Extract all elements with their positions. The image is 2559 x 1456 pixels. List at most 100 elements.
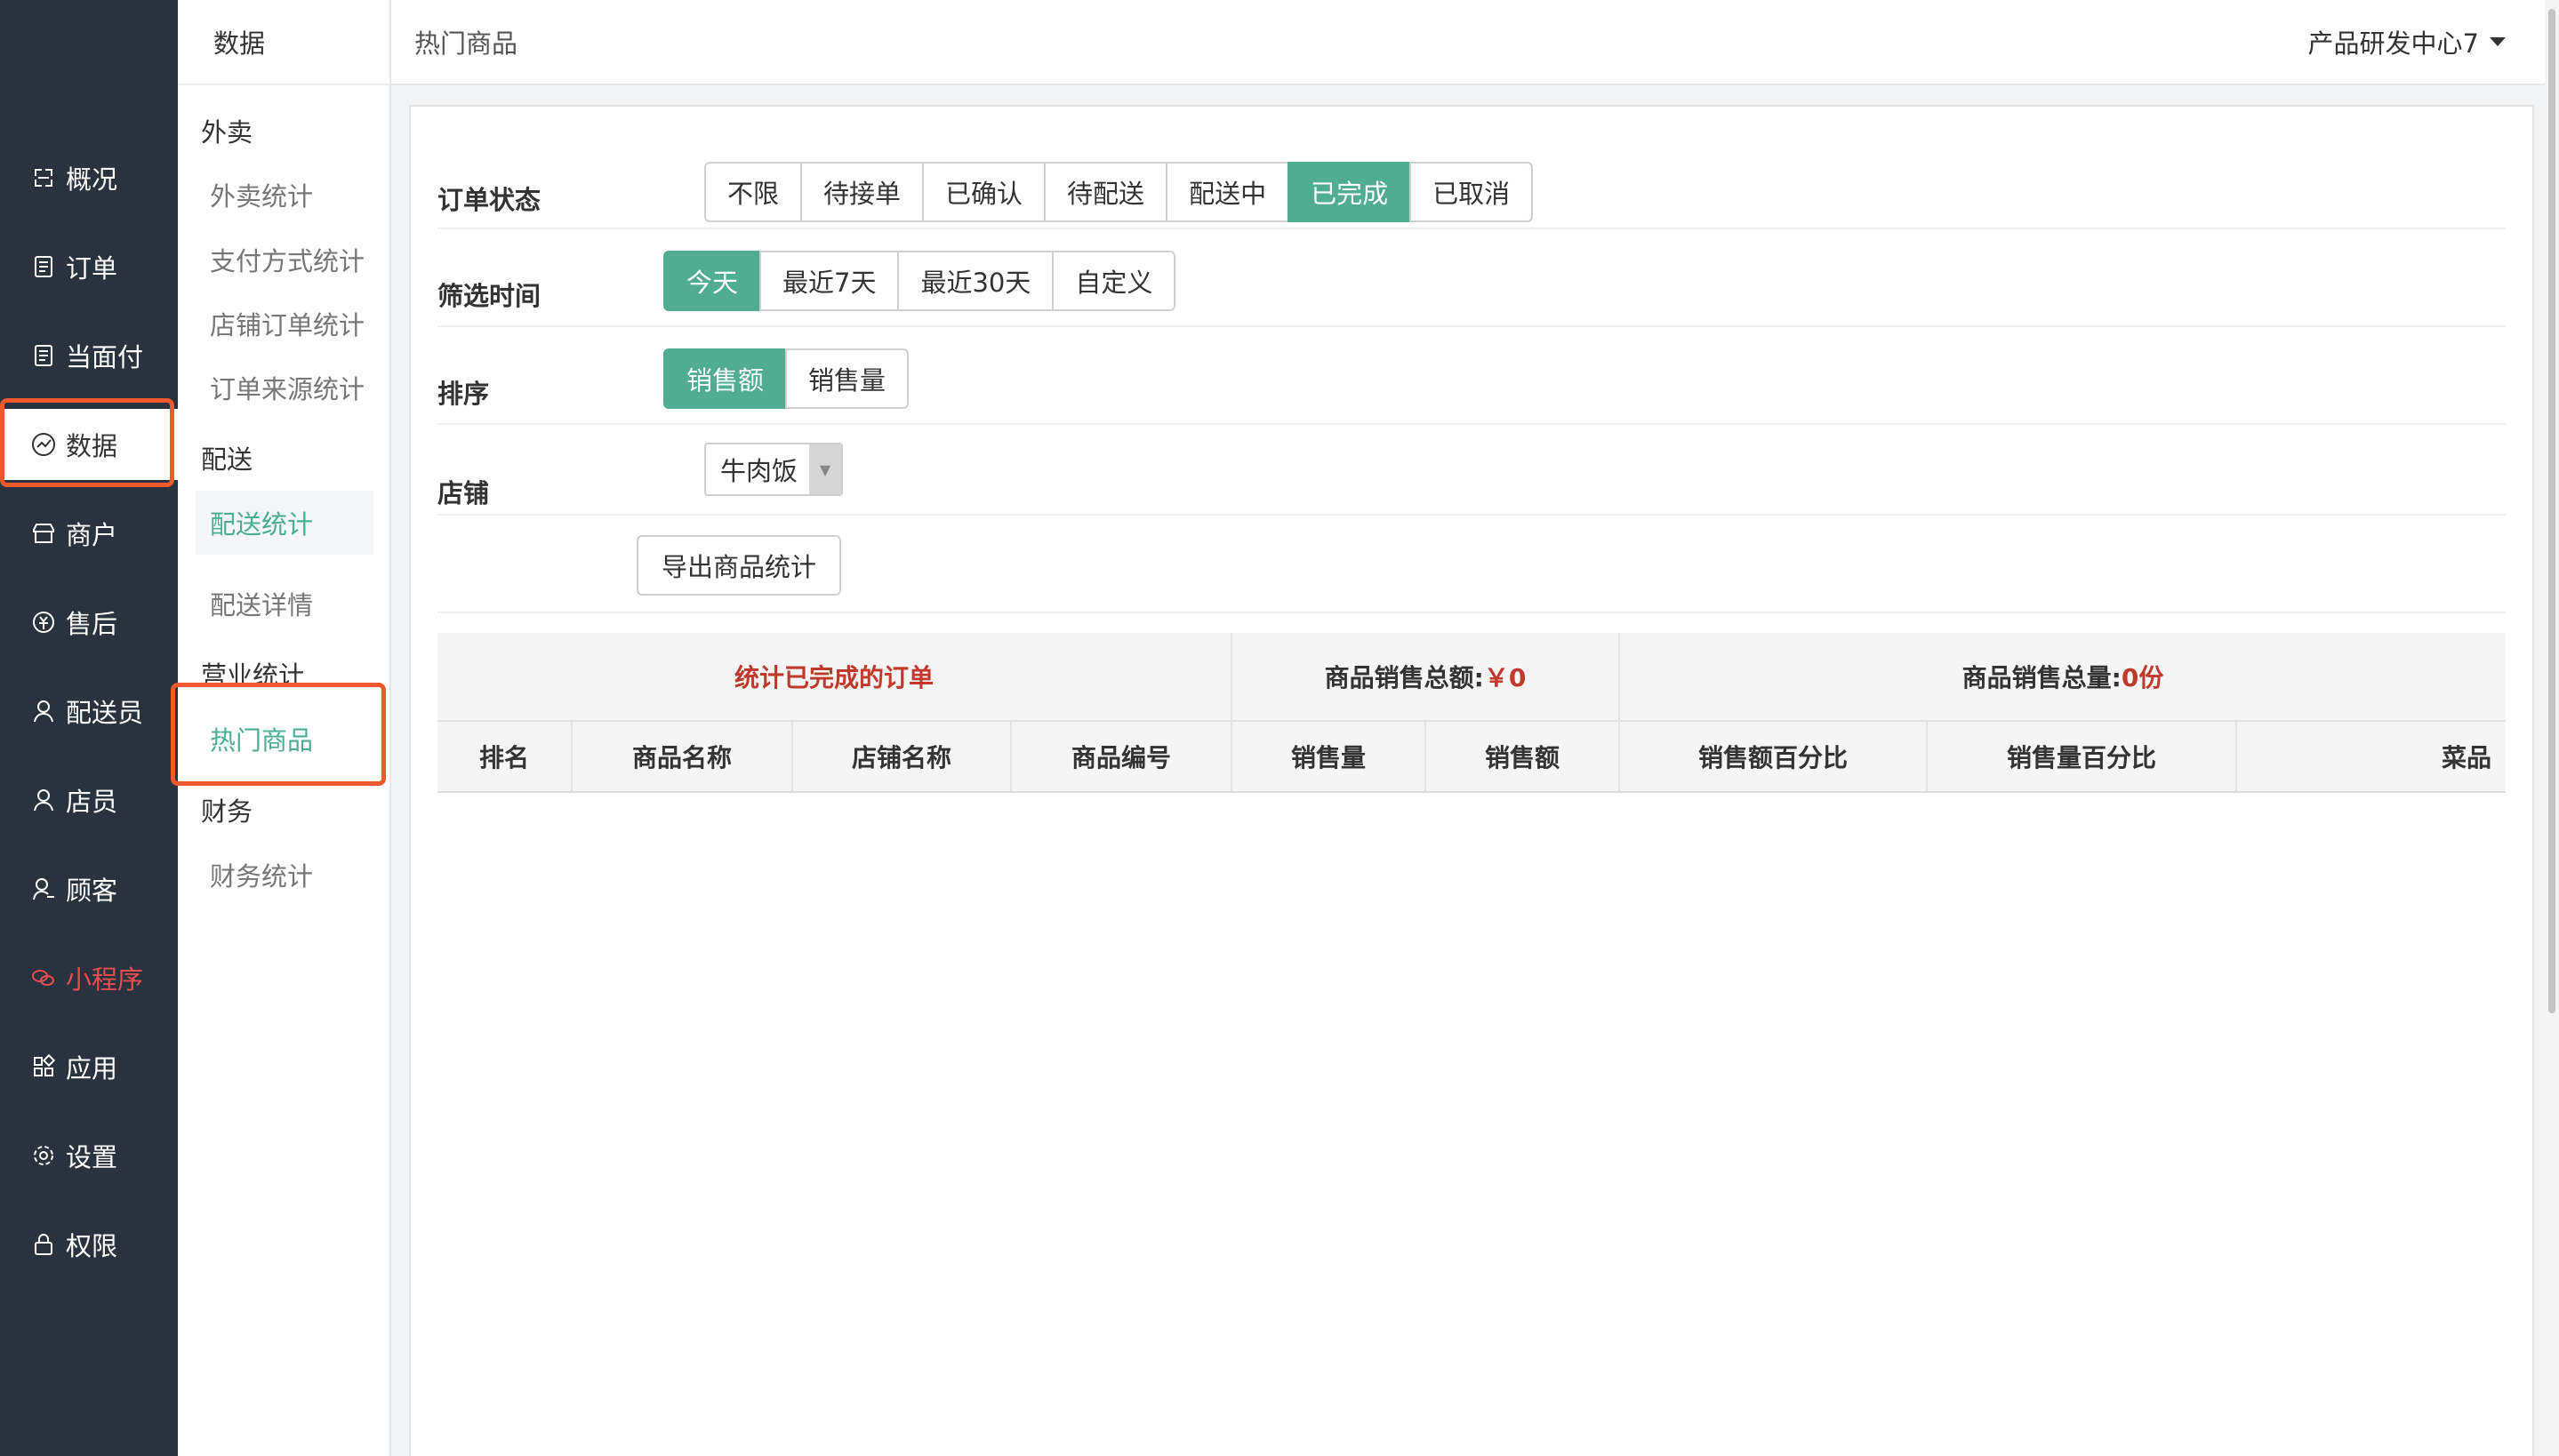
- col-store-name[interactable]: 店铺名称: [793, 722, 1012, 791]
- subnav-item-hot-products[interactable]: 热门商品: [196, 707, 373, 771]
- col-sales-amount[interactable]: 销售额: [1426, 722, 1620, 791]
- subnav-item-order-source-stats[interactable]: 订单来源统计: [196, 356, 373, 420]
- nav-item-label: 当面付: [66, 342, 144, 372]
- export-product-stats-button[interactable]: 导出商品统计: [637, 535, 842, 596]
- time-btn-custom[interactable]: 自定义: [1052, 251, 1176, 311]
- nav-item-apps[interactable]: 应用: [0, 1031, 178, 1102]
- top-bar: 热门商品 产品研发中心7: [391, 0, 2559, 85]
- summary-completed-orders: 统计已完成的订单: [437, 633, 1232, 720]
- customer-icon: [30, 876, 57, 902]
- subnav-item-delivery-stats[interactable]: 配送统计: [196, 491, 373, 555]
- store-select[interactable]: 牛肉饭 ▼: [704, 443, 843, 496]
- nav-item-order[interactable]: 订单: [0, 231, 178, 302]
- col-product-code[interactable]: 商品编号: [1012, 722, 1232, 791]
- col-sales-qty[interactable]: 销售量: [1232, 722, 1426, 791]
- nav-item-permission[interactable]: 权限: [0, 1209, 178, 1280]
- col-sales-qty-percent[interactable]: 销售量百分比: [1928, 722, 2237, 791]
- overview-icon: [30, 164, 57, 191]
- nav-item-after-sale[interactable]: 售后: [0, 587, 178, 658]
- page-scrollbar[interactable]: [2545, 0, 2559, 1456]
- nav-item-data[interactable]: 数据: [0, 409, 178, 480]
- nav-item-face-pay[interactable]: 当面付: [0, 320, 178, 391]
- clerk-icon: [30, 787, 57, 813]
- sort-btn-sales-qty[interactable]: 销售量: [785, 348, 910, 409]
- summary-total-sales-label: 商品销售总额:: [1324, 663, 1484, 692]
- nav-item-label: 顾客: [66, 876, 118, 906]
- main-panel: 订单状态 不限 待接单 已确认 待配送 配送中 已完成 已取消 筛选时间 今天 …: [409, 105, 2534, 1456]
- nav-item-customer[interactable]: 顾客: [0, 853, 178, 924]
- main-nav: 概况 订单 当面付 数据 商户 售后 配送员 店员 顾客 小程序 应用 设置 权…: [0, 0, 178, 1456]
- nav-item-clerk[interactable]: 店员: [0, 764, 178, 836]
- filter-label-time: 筛选时间: [437, 281, 541, 311]
- status-btn-confirmed[interactable]: 已确认: [922, 162, 1047, 222]
- filter-row-sort: 排序 销售额 销售量: [437, 327, 2506, 425]
- status-btn-to-deliver[interactable]: 待配送: [1044, 162, 1168, 222]
- shop-icon: [30, 520, 57, 547]
- time-btn-today[interactable]: 今天: [663, 251, 762, 311]
- summary-row: 统计已完成的订单 商品销售总额: ￥0 商品销售总量: 0份: [437, 633, 2506, 722]
- status-btn-delivering[interactable]: 配送中: [1166, 162, 1290, 222]
- filter-label-order-status: 订单状态: [437, 185, 541, 215]
- col-sales-amount-percent[interactable]: 销售额百分比: [1620, 722, 1928, 791]
- store-select-value: 牛肉饭: [720, 456, 798, 486]
- nav-item-label: 权限: [66, 1231, 118, 1261]
- nav-item-label: 小程序: [66, 964, 144, 995]
- summary-total-sales-value: ￥0: [1483, 663, 1527, 692]
- filter-label-store: 店铺: [437, 478, 490, 508]
- time-btn-7days[interactable]: 最近7天: [759, 251, 900, 311]
- subnav-item-payment-stats[interactable]: 支付方式统计: [196, 228, 373, 292]
- hot-products-table: 统计已完成的订单 商品销售总额: ￥0 商品销售总量: 0份 排名 商品名称 店…: [437, 633, 2506, 793]
- order-icon: [30, 253, 57, 280]
- table-header-row: 排名 商品名称 店铺名称 商品编号 销售量 销售额 销售额百分比 销售量百分比 …: [437, 722, 2506, 793]
- nav-item-mini-program[interactable]: 小程序: [0, 942, 178, 1013]
- subnav-item-takeout-stats[interactable]: 外卖统计: [196, 163, 373, 227]
- lock-icon: [30, 1231, 57, 1258]
- scrollbar-thumb[interactable]: [2548, 9, 2555, 1013]
- settings-gear-icon: [30, 1142, 57, 1169]
- courier-icon: [30, 698, 57, 724]
- nav-item-settings[interactable]: 设置: [0, 1120, 178, 1191]
- nav-item-label: 商户: [66, 520, 118, 550]
- summary-total-qty-label: 商品销售总量:: [1961, 663, 2122, 692]
- nav-item-label: 设置: [66, 1142, 118, 1172]
- nav-item-overview[interactable]: 概况: [0, 142, 178, 213]
- summary-total-sales: 商品销售总额: ￥0: [1232, 633, 1620, 720]
- col-dish[interactable]: 菜品: [2237, 722, 2506, 791]
- after-sale-icon: [30, 609, 57, 636]
- filter-row-time: 筛选时间 今天 最近7天 最近30天 自定义: [437, 229, 2506, 327]
- nav-item-label: 应用: [66, 1053, 118, 1084]
- subnav-item-store-order-stats[interactable]: 店铺订单统计: [196, 292, 373, 356]
- subnav-item-delivery-detail[interactable]: 配送详情: [196, 572, 373, 636]
- nav-item-label: 售后: [66, 609, 118, 639]
- status-btn-completed[interactable]: 已完成: [1288, 162, 1412, 222]
- col-rank[interactable]: 排名: [437, 722, 573, 791]
- mini-program-icon: [30, 964, 57, 991]
- nav-item-shop[interactable]: 商户: [0, 498, 178, 569]
- subnav-item-finance-stats[interactable]: 财务统计: [196, 843, 373, 907]
- face-pay-icon: [30, 342, 57, 369]
- sub-nav: 数据 外卖 外卖统计 支付方式统计 店铺订单统计 订单来源统计 配送 配送统计 …: [178, 0, 391, 1456]
- filter-label-sort: 排序: [437, 379, 490, 409]
- breadcrumb: 热门商品: [414, 28, 518, 59]
- data-chart-icon: [30, 431, 57, 458]
- filter-row-order-status: 订单状态 不限 待接单 已确认 待配送 配送中 已完成 已取消: [437, 142, 2506, 229]
- order-status-group: 不限 待接单 已确认 待配送 配送中 已完成 已取消: [704, 162, 1534, 222]
- caret-down-icon: [2490, 37, 2506, 46]
- org-name: 产品研发中心7: [2307, 28, 2479, 59]
- time-btn-30days[interactable]: 最近30天: [897, 251, 1055, 311]
- dropdown-arrow-icon: ▼: [809, 444, 841, 494]
- summary-total-qty-value: 0份: [2121, 663, 2164, 692]
- nav-item-label: 订单: [66, 253, 118, 284]
- status-btn-pending[interactable]: 待接单: [800, 162, 925, 222]
- subnav-group-delivery: 配送: [201, 444, 253, 475]
- org-switcher[interactable]: 产品研发中心7: [2308, 23, 2506, 60]
- nav-item-courier[interactable]: 配送员: [0, 676, 178, 747]
- filter-row-store: 店铺 牛肉饭 ▼: [437, 425, 2506, 516]
- summary-total-qty: 商品销售总量: 0份: [1620, 633, 2506, 720]
- sort-group: 销售额 销售量: [663, 348, 910, 409]
- col-product-name[interactable]: 商品名称: [573, 722, 793, 791]
- status-btn-cancelled[interactable]: 已取消: [1409, 162, 1534, 222]
- sort-btn-sales-amount[interactable]: 销售额: [663, 348, 788, 409]
- nav-item-label: 数据: [66, 431, 118, 461]
- status-btn-all[interactable]: 不限: [704, 162, 803, 222]
